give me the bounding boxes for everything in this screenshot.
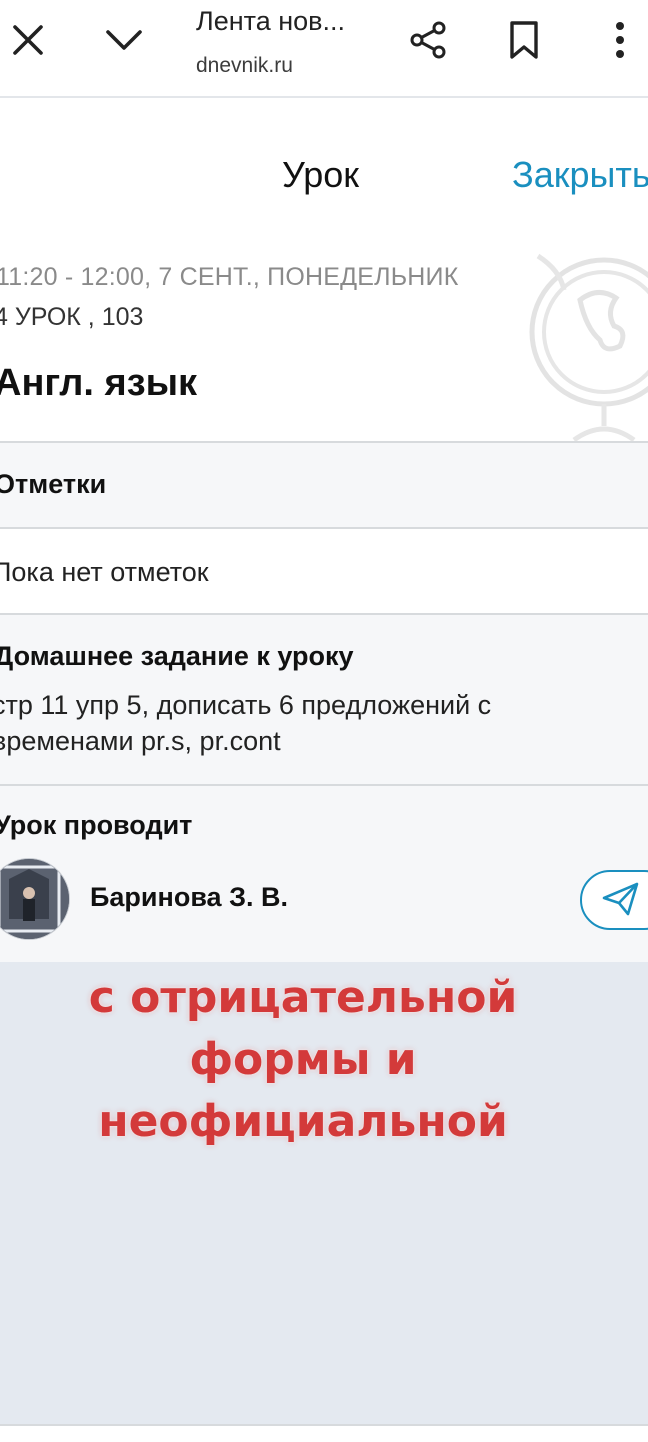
grades-empty-section: Пока нет отметок	[0, 527, 648, 614]
lesson-header-title: Урок	[282, 154, 360, 195]
lesson-time: 11:20 - 12:00, 7 СЕНТ., ПОНЕДЕЛЬНИК	[0, 263, 459, 291]
homework-text-line-2: временами pr.s, pr.cont	[0, 726, 281, 756]
message-teacher-button[interactable]	[580, 870, 648, 930]
overlay-text-line-2: формы и	[189, 1034, 417, 1085]
overlay-text-line-3: неофициальной	[98, 1096, 508, 1147]
page-url: dnevnik.ru	[196, 54, 293, 77]
homework-text-line-1: стр 11 упр 5, дописать 6 предложений с	[0, 690, 492, 720]
globe-icon	[520, 250, 648, 442]
close-icon[interactable]	[2, 14, 54, 66]
avatar[interactable]	[0, 858, 70, 940]
page-title: Лента нов...	[196, 6, 346, 36]
teacher-label: Урок проводит	[0, 810, 193, 840]
close-button[interactable]: Закрыть	[512, 154, 648, 196]
lesson-number-room: 4 УРОК , 103	[0, 303, 144, 331]
browser-toolbar: Лента нов... dnevnik.ru	[0, 0, 648, 98]
grades-section: Отметки	[0, 441, 648, 528]
overlay-text-line-1: с отрицательной	[88, 972, 518, 1023]
send-icon	[602, 882, 640, 921]
teacher-section: Урок проводит Баринова З. В.	[0, 784, 648, 964]
grades-empty-text: Пока нет отметок	[0, 557, 209, 587]
bookmark-icon[interactable]	[498, 14, 550, 66]
lesson-subject: Англ. язык	[0, 362, 198, 404]
content-background: с отрицательной формы и неофициальной	[0, 962, 648, 1424]
share-icon[interactable]	[402, 14, 454, 66]
grades-label: Отметки	[0, 469, 107, 499]
chevron-down-icon[interactable]	[98, 14, 150, 66]
homework-section: Домашнее задание к уроку стр 11 упр 5, д…	[0, 613, 648, 785]
homework-label: Домашнее задание к уроку	[0, 641, 354, 671]
bottom-divider	[0, 1424, 648, 1442]
teacher-name: Баринова З. В.	[90, 882, 288, 912]
more-vert-icon[interactable]	[594, 14, 646, 66]
